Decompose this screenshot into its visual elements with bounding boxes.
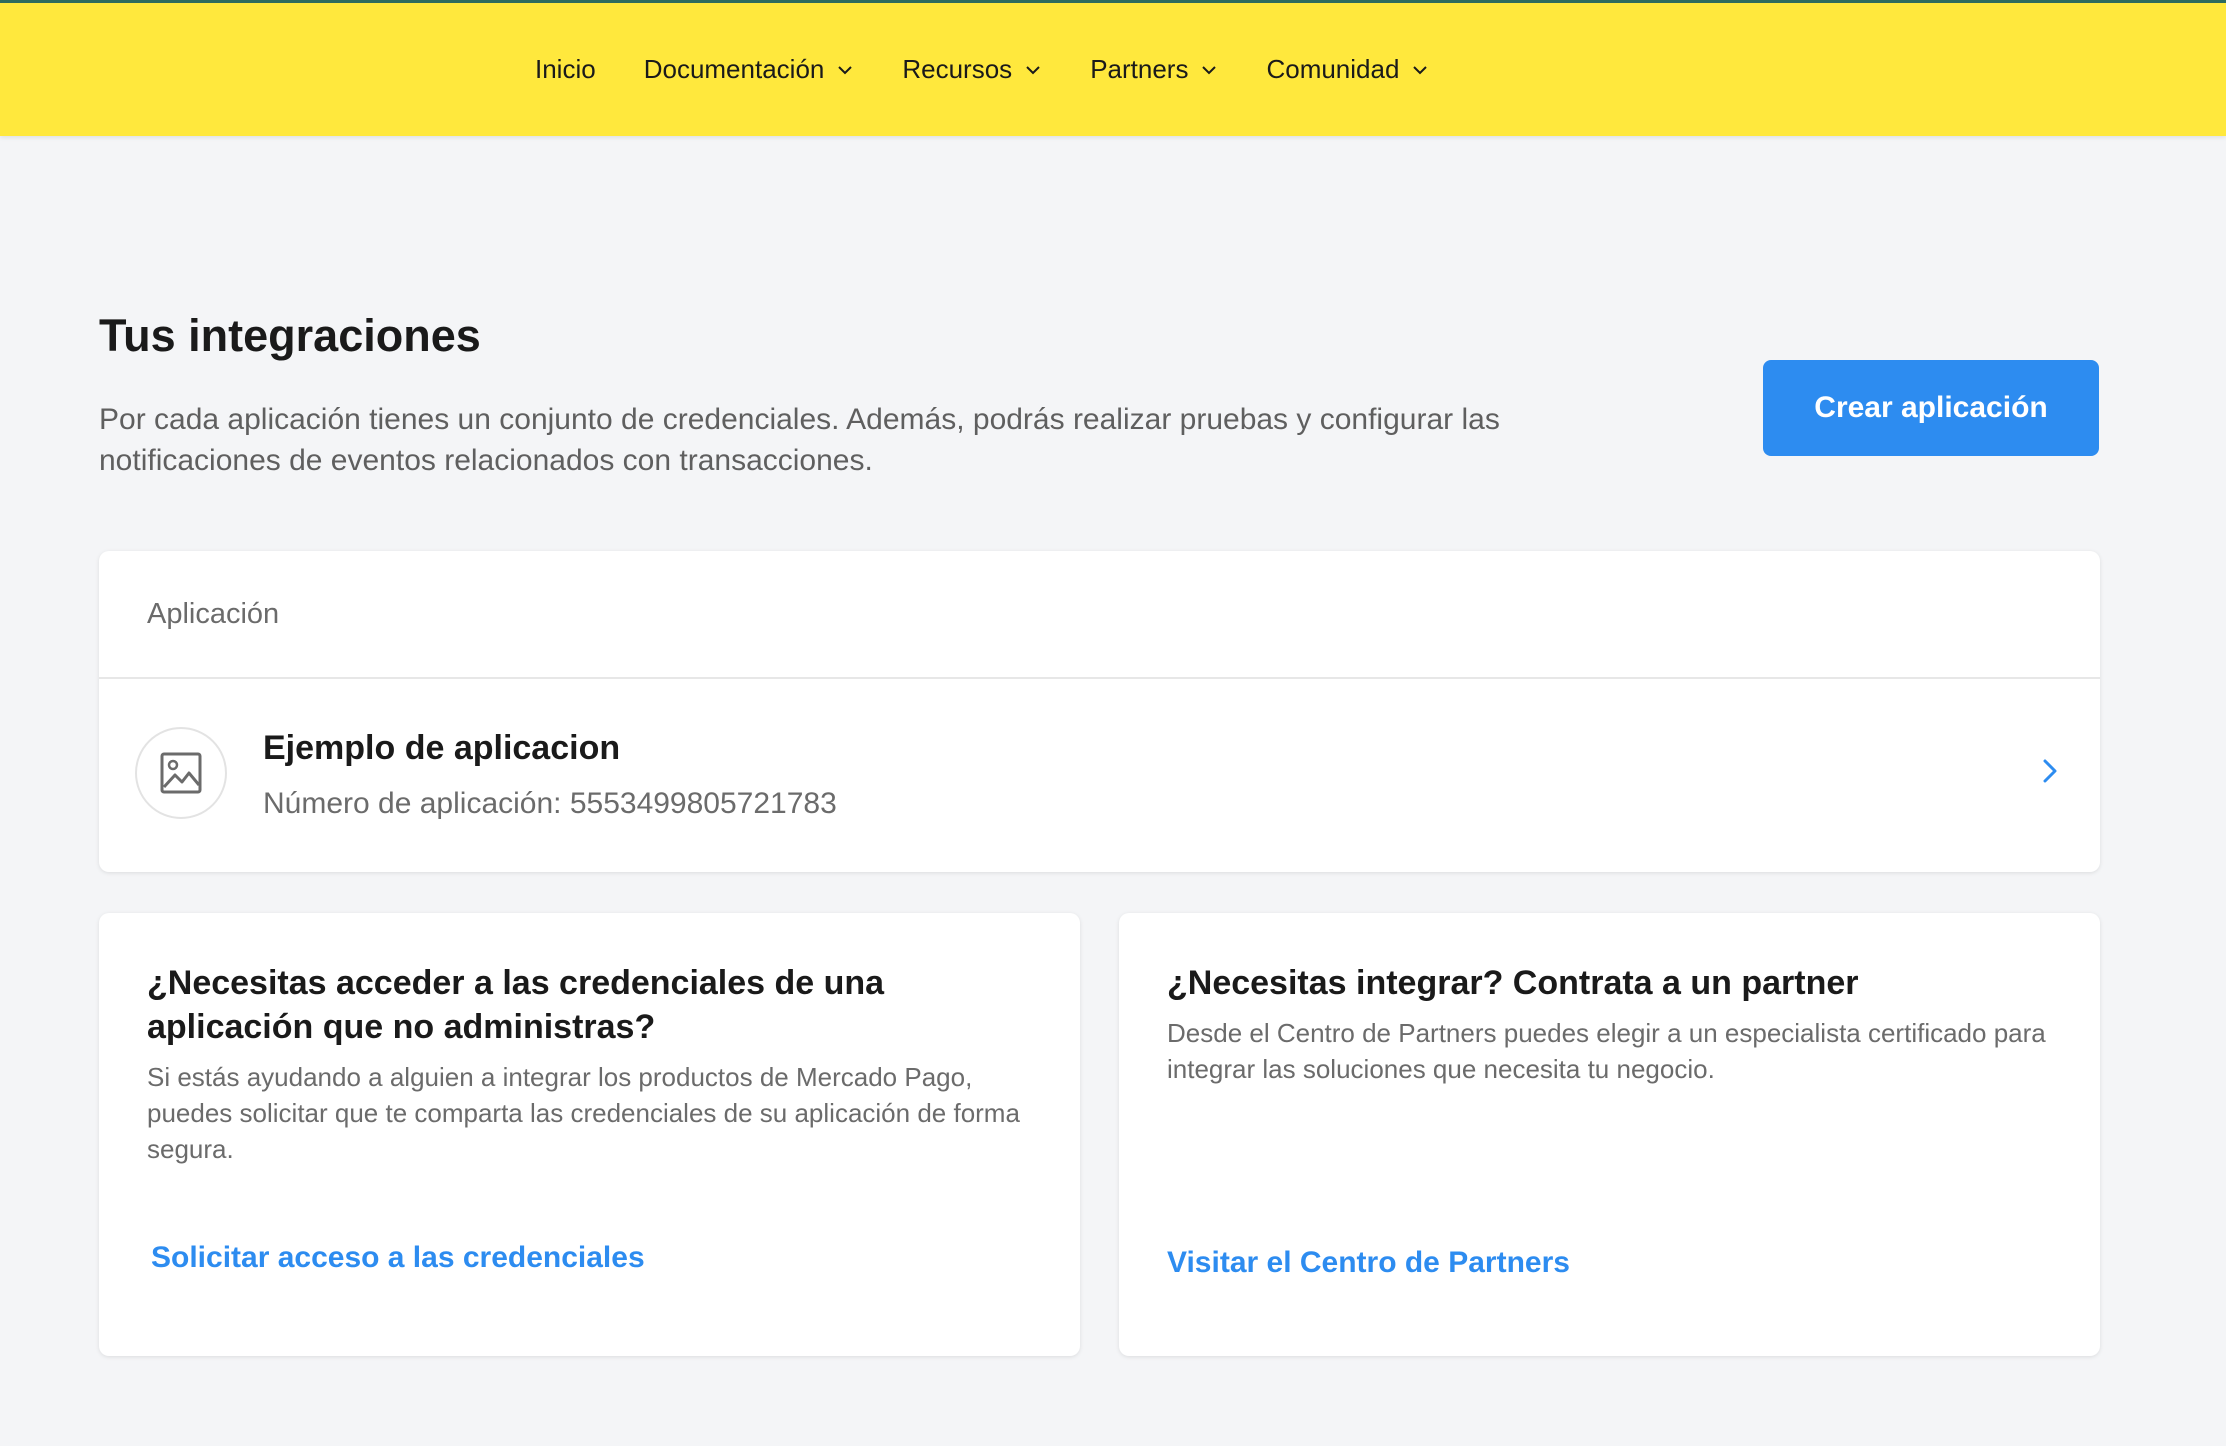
- application-row[interactable]: Ejemplo de aplicacion Número de aplicaci…: [99, 679, 2100, 872]
- nav-item-partners[interactable]: Partners: [1090, 54, 1218, 85]
- chevron-down-icon: [1202, 65, 1217, 74]
- application-number: Número de aplicación: 5553499805721783: [263, 787, 837, 820]
- credentials-card-title: ¿Necesitas acceder a las credenciales de…: [147, 964, 885, 1046]
- main-nav: Inicio Documentación Recursos Partners C…: [535, 3, 1477, 136]
- nav-item-label: Partners: [1090, 54, 1189, 84]
- chevron-down-icon: [1413, 65, 1428, 74]
- credentials-card-text: Si estás ayudando a alguien a integrar l…: [147, 1062, 1020, 1164]
- top-navbar: Inicio Documentación Recursos Partners C…: [0, 0, 2226, 136]
- nav-item-documentacion[interactable]: Documentación: [644, 54, 855, 85]
- nav-item-label: Recursos: [902, 54, 1013, 84]
- partners-card-text: Desde el Centro de Partners puedes elegi…: [1167, 1018, 2046, 1084]
- visit-partners-center-link[interactable]: Visitar el Centro de Partners: [1167, 1246, 1570, 1280]
- create-application-button[interactable]: Crear aplicación: [1763, 360, 2099, 456]
- chevron-right-icon[interactable]: [2036, 757, 2064, 785]
- nav-item-label: Documentación: [643, 54, 825, 84]
- nav-item-label: Comunidad: [1266, 54, 1400, 84]
- request-credentials-link[interactable]: Solicitar acceso a las credenciales: [151, 1241, 645, 1275]
- page-description: Por cada aplicación tienes un conjunto d…: [99, 403, 1500, 477]
- applications-header: Aplicación: [99, 551, 2100, 679]
- page-title: Tus integraciones: [99, 310, 481, 361]
- chevron-down-icon: [838, 65, 853, 74]
- applications-card: Aplicación Ejemplo de aplicacion Número …: [99, 551, 2100, 872]
- image-placeholder-icon: [160, 752, 202, 794]
- chevron-down-icon: [1026, 65, 1040, 74]
- credentials-access-card: ¿Necesitas acceder a las credenciales de…: [99, 913, 1080, 1356]
- nav-item-inicio[interactable]: Inicio: [535, 54, 596, 85]
- nav-item-recursos[interactable]: Recursos: [902, 54, 1042, 85]
- nav-item-comunidad[interactable]: Comunidad: [1266, 54, 1429, 85]
- application-name: Ejemplo de aplicacion: [263, 729, 621, 767]
- nav-item-label: Inicio: [535, 54, 596, 84]
- partners-card-title: ¿Necesitas integrar? Contrata a un partn…: [1167, 964, 1859, 1002]
- partners-card: ¿Necesitas integrar? Contrata a un partn…: [1119, 913, 2100, 1356]
- application-avatar: [135, 727, 227, 819]
